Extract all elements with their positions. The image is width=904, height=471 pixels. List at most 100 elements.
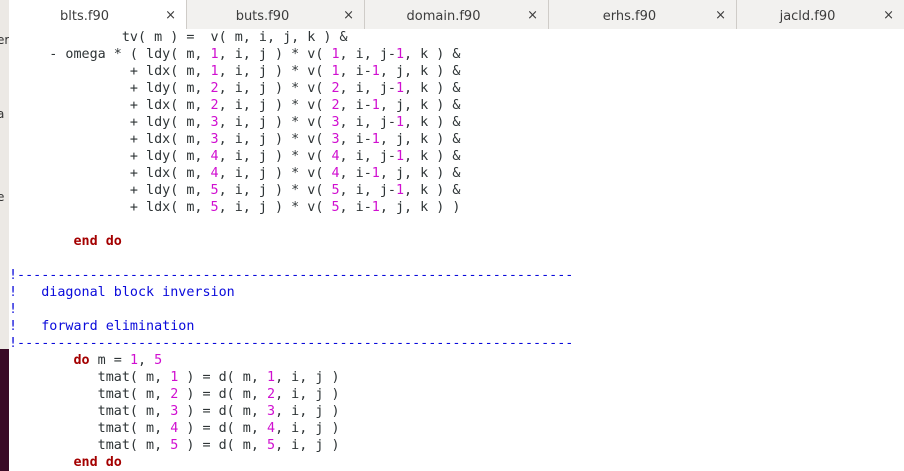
code-line: + ldy( m, 3, i, j ) * v( 3, i, j-1, k ) … [9,114,904,131]
code-number: 4 [210,149,219,164]
code-text: tmat( m, [9,370,171,385]
code-keyword: do [73,353,90,368]
tab-domain[interactable]: domain.f90 × [365,0,549,32]
tab-bar: blts.f90 × buts.f90 × domain.f90 × erhs.… [9,0,904,33]
code-text: , k ) & [404,149,461,164]
code-text: , i, j ) * v( [218,200,332,215]
code-number: 5 [331,200,340,215]
code-text: + ldx( m, [9,64,211,79]
close-icon[interactable]: × [527,8,538,23]
code-text: + ldx( m, [9,166,211,181]
code-keyword: end do [73,234,122,249]
code-text: , i- [339,166,372,181]
code-line: tmat( m, 5 ) = d( m, 5, i, j ) [9,437,904,454]
code-comment: ! forward elimination [9,319,195,334]
code-number: 1 [331,47,340,62]
code-line: tmat( m, 3 ) = d( m, 3, i, j ) [9,403,904,420]
code-comment: ! diagonal block inversion [9,285,235,300]
code-text: - omega * ( ldy( m, [9,47,211,62]
close-icon[interactable]: × [343,8,354,23]
tab-label: blts.f90 [60,9,109,24]
code-text: tv( m ) = v( m, i, j, k ) & [9,30,348,45]
close-icon[interactable]: × [883,8,894,23]
terminal-background [0,349,9,471]
code-number: 3 [210,132,219,147]
code-keyword: end do [73,455,122,470]
code-number: 1 [331,64,340,79]
tab-buts[interactable]: buts.f90 × [187,0,365,32]
code-text: , k ) & [404,47,461,62]
code-text: , i, j ) * v( [218,115,332,130]
code-line: end do [9,233,904,250]
code-line: + ldy( m, 5, i, j ) * v( 5, i, j-1, k ) … [9,182,904,199]
code-text: , i- [339,132,372,147]
code-text: , i- [339,98,372,113]
code-text: , i, j ) * v( [218,149,332,164]
code-text: , i, j ) * v( [218,64,332,79]
code-text: tmat( m, [9,404,171,419]
code-text: , i, j ) [275,370,340,385]
code-text: + ldx( m, [9,200,211,215]
code-text: , i, j- [339,81,396,96]
code-number: 5 [210,183,219,198]
code-number: 2 [267,387,276,402]
code-number: 1 [395,115,405,130]
code-text: , i, j ) * v( [218,166,332,181]
code-number: 2 [210,81,219,96]
code-text: , j, k ) & [379,132,461,147]
code-editor[interactable]: tv( m ) = v( m, i, j, k ) & - omega * ( … [9,29,904,471]
code-line: + ldy( m, 2, i, j ) * v( 2, i, j-1, k ) … [9,80,904,97]
code-line: do m = 1, 5 [9,352,904,369]
code-text: , i, j- [339,115,396,130]
code-number: 1 [371,98,380,113]
code-line: !---------------------------------------… [9,335,904,352]
close-icon[interactable]: × [165,8,176,23]
tab-erhs[interactable]: erhs.f90 × [549,0,737,32]
code-text: + ldy( m, [9,81,211,96]
code-text: ) = d( m, [178,421,267,436]
code-number: 4 [267,421,276,436]
code-line: ! [9,301,904,318]
code-line: - omega * ( ldy( m, 1, i, j ) * v( 1, i,… [9,46,904,63]
code-text: ) = d( m, [178,404,267,419]
code-number: 2 [331,81,340,96]
code-number: 4 [331,166,340,181]
code-text: , j, k ) ) [379,200,461,215]
code-line: + ldy( m, 4, i, j ) * v( 4, i, j-1, k ) … [9,148,904,165]
code-line: !---------------------------------------… [9,267,904,284]
code-text: m = [89,353,130,368]
code-text: , i, j ) * v( [218,47,332,62]
code-text: , i, j- [339,47,396,62]
code-number: 5 [267,438,276,453]
code-text: , i, j ) * v( [218,81,332,96]
code-line: tmat( m, 4 ) = d( m, 4, i, j ) [9,420,904,437]
tab-jacld[interactable]: jacld.f90 × [737,0,904,32]
background-text: a [0,107,5,121]
code-line: + ldx( m, 2, i, j ) * v( 2, i-1, j, k ) … [9,97,904,114]
code-number: 5 [154,353,163,368]
code-text: + ldx( m, [9,98,211,113]
close-icon[interactable]: × [715,8,726,23]
code-text: , [138,353,155,368]
code-number: 4 [331,149,340,164]
code-text: , i, j ) [275,438,340,453]
code-text: , i, j ) * v( [218,132,332,147]
code-comment: !---------------------------------------… [9,336,574,351]
code-number: 3 [210,115,219,130]
code-number: 1 [395,183,405,198]
code-number: 1 [210,47,219,62]
background-window-strip: er a e l [0,0,9,471]
code-text: ) = d( m, [178,387,267,402]
code-number: 5 [331,183,340,198]
code-text: , i- [339,200,372,215]
code-line: tmat( m, 1 ) = d( m, 1, i, j ) [9,369,904,386]
code-number: 5 [210,200,219,215]
code-text: + ldy( m, [9,149,211,164]
code-comment: !---------------------------------------… [9,268,574,283]
code-text: , i, j ) [275,404,340,419]
code-number: 4 [210,166,219,181]
